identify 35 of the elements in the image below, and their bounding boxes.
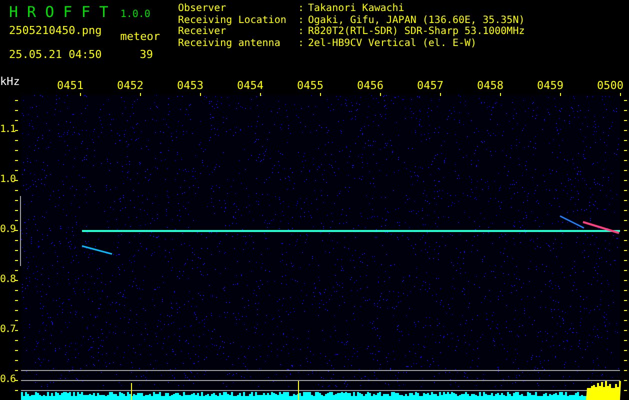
frequency-label: 0.9 [0, 224, 16, 236]
station-value: 2el-HB9CV Vertical (el. E-W) [308, 38, 477, 49]
time-label: 0452 [117, 80, 144, 92]
station-value: Ogaki, Gifu, JAPAN (136.60E, 35.35N) [308, 14, 525, 26]
station-value: Takanori Kawachi [308, 3, 404, 14]
time-label: 0454 [237, 80, 264, 92]
time-label: 0455 [297, 80, 324, 92]
frequency-label: 1.1 [0, 124, 16, 136]
file-name: 2505210450.png [9, 24, 102, 39]
colon-separator: : [298, 3, 306, 14]
meteor-count: 39 [140, 48, 153, 62]
app-title: H R O F F T [9, 2, 108, 22]
station-label: Receiving antenna [178, 38, 282, 49]
time-label: 0457 [417, 80, 444, 92]
frequency-label: 0.6 [0, 374, 16, 386]
frequency-label: 0.8 [0, 274, 16, 286]
time-label: 0456 [357, 80, 384, 92]
version-label: 1.0.0 [120, 8, 150, 22]
colon-separator: : [298, 38, 306, 49]
time-label: 0459 [537, 80, 564, 92]
meteor-label: meteor [120, 30, 160, 44]
station-label: Observer [178, 3, 228, 14]
frequency-label: 1.0 [0, 174, 16, 186]
time-label: 0500 [597, 80, 624, 92]
colon-separator: : [298, 26, 306, 38]
time-label: 0451 [57, 80, 84, 92]
frequency-label: 0.7 [0, 324, 16, 336]
station-label: Receiving Location [178, 14, 288, 26]
time-label: 0453 [177, 80, 204, 92]
station-value: R820T2(RTL-SDR) SDR-Sharp 53.1000MHz [308, 26, 525, 38]
timestamp: 25.05.21 04:50 [9, 48, 102, 62]
station-label: Receiver [178, 26, 228, 38]
axis-unit: kHz [0, 74, 20, 90]
colon-separator: : [298, 14, 306, 26]
time-label: 0458 [477, 80, 504, 92]
